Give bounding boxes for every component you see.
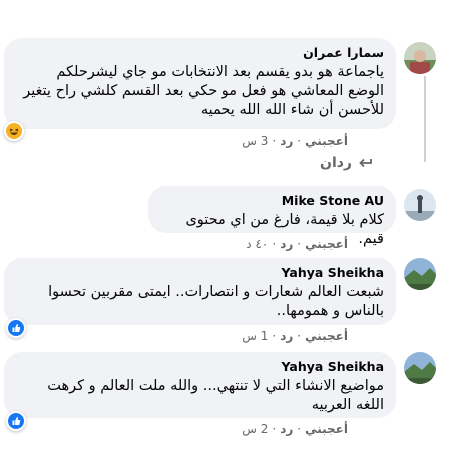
comment-bubble: Yahya Sheikha شبعت العالم شعارات و انتصا…: [4, 258, 396, 325]
comment-text: ياجماعة هو بدو يقسم بعد الانتخابات مو جا…: [23, 64, 384, 118]
like-reaction-icon: [8, 320, 24, 336]
view-replies-link[interactable]: ردان: [320, 155, 372, 171]
like-reaction-badge[interactable]: [6, 318, 26, 338]
comment-author[interactable]: سمارا عمران: [16, 45, 384, 61]
reply-button[interactable]: رد: [280, 134, 293, 148]
comment-bubble: Yahya Sheikha مواضيع الانشاء التي لا تنت…: [4, 352, 396, 418]
comment-time[interactable]: 2 س: [242, 422, 268, 436]
reply-button[interactable]: رد: [280, 329, 293, 343]
comment-time[interactable]: 1 س: [242, 329, 268, 343]
comment-author[interactable]: Yahya Sheikha: [16, 359, 384, 375]
like-button[interactable]: أعجبني: [305, 329, 348, 343]
thread-line: [424, 76, 426, 162]
avatar[interactable]: [404, 42, 436, 74]
comment-bubble: Mike Stone AU كلام بلا قيمة، فارغ من اي …: [148, 186, 396, 247]
like-button[interactable]: أعجبني: [305, 237, 348, 251]
comment-meta: أعجبني·رد·2 س: [242, 422, 348, 436]
avatar[interactable]: [404, 189, 436, 221]
avatar-image: [404, 42, 436, 74]
comment-time[interactable]: ٤٠ د: [246, 237, 268, 251]
comment-author[interactable]: Yahya Sheikha: [16, 265, 384, 281]
avatar-image: [404, 258, 436, 290]
comment-bubble: سمارا عمران ياجماعة هو بدو يقسم بعد الان…: [4, 38, 396, 129]
avatar-image: [404, 352, 436, 384]
comment-text: شبعت العالم شعارات و انتصارات.. ايمتى مق…: [48, 284, 384, 319]
comment-text: مواضيع الانشاء التي لا تنتهي... والله مل…: [47, 378, 384, 413]
comment-meta: أعجبني·رد·1 س: [242, 329, 348, 343]
comment-time[interactable]: 3 س: [242, 134, 268, 148]
like-reaction-badge[interactable]: [6, 411, 26, 431]
reply-button[interactable]: رد: [280, 237, 293, 251]
haha-reaction-icon: [6, 123, 22, 139]
reply-button[interactable]: رد: [280, 422, 293, 436]
avatar-image: [404, 189, 436, 221]
comment-meta: أعجبني·رد·3 س: [242, 134, 348, 148]
comment-author[interactable]: Mike Stone AU: [160, 193, 384, 209]
comment-meta: أعجبني·رد·٤٠ د: [246, 237, 348, 251]
like-button[interactable]: أعجبني: [305, 134, 348, 148]
like-button[interactable]: أعجبني: [305, 422, 348, 436]
reply-arrow-icon: [359, 158, 372, 168]
avatar[interactable]: [404, 352, 436, 384]
haha-reaction-badge[interactable]: [4, 121, 24, 141]
view-replies-label[interactable]: ردان: [320, 155, 352, 171]
avatar[interactable]: [404, 258, 436, 290]
like-reaction-icon: [8, 413, 24, 429]
